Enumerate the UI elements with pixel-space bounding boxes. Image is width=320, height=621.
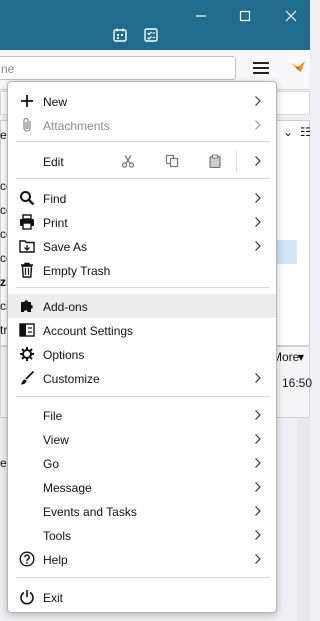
edit-divider [236, 151, 237, 171]
menu-item-label: Message [43, 481, 92, 495]
account-settings-icon [19, 322, 35, 338]
menu-item-label: Account Settings [43, 324, 134, 338]
maximize-button[interactable] [230, 4, 260, 28]
menu-item-account-settings[interactable]: Account Settings [8, 318, 276, 342]
paperclip-icon [19, 117, 35, 133]
menu-item-help[interactable]: Help [8, 547, 276, 571]
menu-item-label: Help [43, 553, 68, 567]
scrollbar[interactable] [297, 418, 310, 621]
menu-item-edit: Edit [8, 149, 276, 173]
clipboard-icon [209, 154, 221, 168]
close-button[interactable] [276, 4, 306, 28]
menu-item-options[interactable]: Options [8, 342, 276, 366]
chevron-right-icon[interactable] [254, 155, 262, 167]
menu-item-attachments[interactable]: Attachments [8, 113, 276, 137]
chevron-right-icon [255, 410, 261, 420]
menu-item-label: Options [43, 348, 85, 362]
chevron-right-icon [255, 530, 261, 540]
chevron-right-icon [255, 434, 261, 444]
menu-item-save-as[interactable]: Save As [8, 234, 276, 258]
copy-button[interactable] [163, 152, 181, 170]
paintbrush-icon [19, 370, 35, 386]
menu-item-label: Events and Tasks [43, 505, 137, 519]
menu-item-customize[interactable]: Customize [8, 366, 276, 390]
plus-icon [19, 93, 35, 109]
puzzle-icon [19, 298, 35, 314]
chevron-right-icon [255, 506, 261, 516]
paste-button[interactable] [206, 152, 224, 170]
menu-item-new[interactable]: New [8, 89, 276, 113]
more-chevron-icon: ▾ [298, 350, 305, 364]
menu-item-view[interactable]: View [8, 427, 276, 451]
scissors-icon [121, 155, 135, 168]
tasks-icon[interactable] [143, 27, 159, 43]
power-icon [19, 589, 35, 605]
printer-icon [19, 214, 35, 230]
menu-item-print[interactable]: Print [8, 210, 276, 234]
menu-item-go[interactable]: Go [8, 451, 276, 475]
menu-item-exit[interactable]: Exit [8, 585, 276, 609]
menu-separator [16, 287, 270, 288]
column-menu-icon[interactable]: ☷ [300, 125, 311, 139]
menu-item-label: New [43, 95, 68, 109]
menu-separator [16, 577, 270, 578]
attention-icon[interactable] [289, 58, 307, 76]
menu-item-message[interactable]: Message [8, 475, 276, 499]
chevron-right-icon [255, 96, 261, 106]
maximize-icon [239, 10, 251, 22]
message-time: 16:50 [282, 376, 313, 390]
menu-item-file[interactable]: File [8, 403, 276, 427]
title-bar [0, 0, 310, 50]
body-text: e [0, 456, 7, 470]
search-placeholder: ne [1, 62, 15, 76]
menu-item-events-tasks[interactable]: Events and Tasks [8, 499, 276, 523]
close-icon [285, 10, 297, 22]
menu-item-label: Attachments [43, 119, 110, 133]
menu-item-label: Tools [43, 529, 72, 543]
chevron-right-icon [255, 373, 261, 383]
chevron-right-icon [255, 482, 261, 492]
help-icon [19, 551, 35, 567]
menu-item-label: View [43, 433, 69, 447]
search-input[interactable]: ne [0, 56, 236, 80]
menu-item-label: Save As [43, 240, 88, 254]
search-icon [19, 190, 35, 206]
menu-item-empty-trash[interactable]: Empty Trash [8, 258, 276, 282]
app-menu-button[interactable] [251, 59, 271, 77]
selected-row-highlight [275, 240, 297, 264]
menu-separator [16, 396, 270, 397]
chevron-right-icon [255, 120, 261, 130]
copy-icon [165, 154, 179, 168]
minimize-icon [196, 15, 206, 17]
menu-item-addons[interactable]: Add-ons [8, 294, 276, 318]
menu-item-tools[interactable]: Tools [8, 523, 276, 547]
column-picker-icon[interactable]: ⌄ [283, 125, 293, 139]
menu-item-label: Find [43, 192, 67, 206]
menu-separator [16, 141, 270, 142]
folder-save-icon [19, 238, 35, 254]
menu-item-label: Edit [43, 155, 64, 169]
app-menu: New Attachments Edit Find Print Save As … [7, 81, 277, 613]
menu-item-label: Empty Trash [43, 264, 111, 278]
gear-icon [19, 346, 35, 362]
chevron-right-icon [255, 193, 261, 203]
cut-button[interactable] [119, 152, 137, 170]
menu-separator [16, 178, 270, 179]
menu-item-label: Add-ons [43, 300, 88, 314]
menu-item-label: Exit [43, 591, 64, 605]
chevron-right-icon [255, 217, 261, 227]
menu-item-label: Customize [43, 372, 100, 386]
minimize-button[interactable] [186, 4, 216, 28]
trash-icon [19, 262, 35, 278]
menu-item-label: Go [43, 457, 60, 471]
menu-item-find[interactable]: Find [8, 186, 276, 210]
menu-item-label: File [43, 409, 63, 423]
menu-item-label: Print [43, 216, 68, 230]
chevron-right-icon [255, 554, 261, 564]
chevron-right-icon [255, 458, 261, 468]
chevron-right-icon [255, 241, 261, 251]
calendar-icon[interactable] [112, 27, 128, 43]
